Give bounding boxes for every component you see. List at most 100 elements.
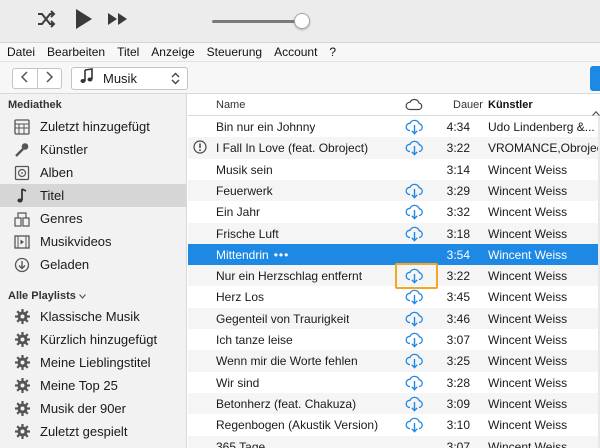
- song-list: Name Dauer Künstler Bin nur ein Johnny 4:…: [188, 94, 600, 448]
- menu-titel[interactable]: Titel: [117, 45, 139, 59]
- song-duration: 3:10: [446, 418, 470, 433]
- table-row[interactable]: Wenn mir die Worte fehlen 3:25 Wincent Wei…: [188, 350, 600, 372]
- song-name: 365 Tage: [216, 440, 265, 448]
- menu-bearbeiten[interactable]: Bearbeiten: [47, 45, 105, 59]
- table-row[interactable]: Regenbogen (Akustik Version) 3:10 Wincent …: [188, 414, 600, 435]
- song-name: I Fall In Love (feat. Obroject): [216, 141, 368, 155]
- song-artist: Wincent Weiss: [488, 290, 568, 305]
- sidebar: Mediathek Zuletzt hinzugefügt Künstler A…: [0, 94, 187, 448]
- table-row[interactable]: Nur ein Herzschlag entfernt 3:22 Wincent W…: [188, 265, 600, 287]
- table-row[interactable]: Ein Jahr 3:32 Wincent Weiss: [188, 201, 600, 222]
- back-button[interactable]: [13, 69, 37, 88]
- column-header-duration[interactable]: Dauer: [453, 99, 483, 111]
- song-artist: Wincent Weiss: [488, 205, 568, 220]
- table-row[interactable]: I Fall In Love (feat. Obroject) 3:22 VROMA…: [188, 137, 600, 159]
- library-heading: Mediathek: [8, 99, 62, 111]
- playlists-heading-label: Alle Playlists: [8, 290, 76, 302]
- song-duration: 3:54: [446, 247, 470, 262]
- song-name-text: Betonherz (feat. Chakuza): [216, 396, 357, 411]
- gear-icon: [13, 423, 31, 441]
- sidebar-label: Künstler: [40, 142, 88, 157]
- table-row[interactable]: Gegenteil von Traurigkeit 3:46 Wincent Wei…: [188, 307, 600, 329]
- menu-steuerung[interactable]: Steuerung: [207, 45, 262, 59]
- sidebar-label: Musik der 90er: [40, 401, 126, 416]
- navigation-bar: Musik: [0, 62, 600, 94]
- song-duration: 3:28: [446, 375, 470, 390]
- table-row[interactable]: Wir sind 3:28 Wincent Weiss: [188, 372, 600, 393]
- sidebar-item-songs[interactable]: Titel: [0, 184, 186, 207]
- song-name: Herz Los: [216, 290, 264, 304]
- menu-datei[interactable]: Datei: [7, 45, 35, 59]
- sidebar-playlist-classical[interactable]: Klassische Musik: [0, 305, 186, 328]
- genres-icon: [13, 210, 31, 228]
- volume-slider-knob[interactable]: [294, 13, 310, 29]
- song-artist: Wincent Weiss: [488, 375, 568, 390]
- itunes-window: Datei Bearbeiten Titel Anzeige Steuerung…: [0, 0, 600, 448]
- song-duration: 3:22: [446, 141, 470, 156]
- song-duration: 3:45: [446, 290, 470, 305]
- sidebar-item-genres[interactable]: Genres: [0, 207, 186, 230]
- highlight-box: [395, 263, 438, 289]
- sidebar-playlist-90s[interactable]: Musik der 90er: [0, 397, 186, 420]
- song-name-text: Regenbogen (Akustik Version): [216, 418, 379, 433]
- table-row[interactable]: Ich tanze leise 3:07 Wincent Weiss: [188, 329, 600, 350]
- table-row[interactable]: Betonherz (feat. Chakuza) 3:09 Wincent Wei…: [188, 392, 600, 415]
- fast-forward-button[interactable]: [104, 8, 132, 34]
- song-name: Wenn mir die Worte fehlen: [216, 354, 358, 368]
- column-header-cloud[interactable]: [405, 98, 423, 116]
- cloud-icon: [405, 98, 423, 115]
- song-list-header: Name Dauer Künstler: [188, 94, 600, 116]
- sidebar-item-artists[interactable]: Künstler: [0, 138, 186, 161]
- sidebar-item-downloaded[interactable]: Geladen: [0, 253, 186, 276]
- sidebar-playlist-favorites[interactable]: Meine Lieblingstitel: [0, 351, 186, 374]
- song-name: Ich tanze leise: [216, 333, 293, 347]
- play-button[interactable]: [69, 8, 97, 34]
- sidebar-playlist-top-25[interactable]: Meine Top 25: [0, 374, 186, 397]
- menu-help[interactable]: ?: [329, 45, 336, 59]
- recently-added-icon: [13, 118, 31, 136]
- menu-anzeige[interactable]: Anzeige: [151, 45, 194, 59]
- song-duration: 3:18: [446, 226, 470, 241]
- column-header-artist[interactable]: Künstler: [488, 99, 533, 111]
- sidebar-playlist-recently-added[interactable]: Kürzlich hinzugefügt: [0, 328, 186, 351]
- song-duration: 3:25: [446, 354, 470, 369]
- song-name: Musik sein: [216, 163, 273, 177]
- sidebar-item-albums[interactable]: Alben: [0, 161, 186, 184]
- chevron-down-icon: [78, 293, 86, 299]
- table-row[interactable]: Mittendrin ••• 3:54 Wincent Weiss: [188, 243, 600, 266]
- table-row[interactable]: 365 Tage 3:07 Wincent Weiss: [188, 435, 600, 448]
- table-row[interactable]: Feuerwerk 3:29 Wincent Weiss: [188, 179, 600, 202]
- forward-button[interactable]: [36, 69, 61, 88]
- table-row[interactable]: Herz Los 3:45 Wincent Weiss: [188, 286, 600, 307]
- sidebar-label: Zuletzt gespielt: [40, 424, 128, 439]
- more-options-button[interactable]: •••: [274, 248, 290, 262]
- song-name-text: Herz Los: [216, 290, 265, 305]
- media-type-select[interactable]: Musik: [71, 67, 188, 90]
- fast-forward-icon: [106, 11, 130, 32]
- menu-account[interactable]: Account: [274, 45, 317, 59]
- music-note-icon: [80, 68, 94, 89]
- song-artist: Wincent Weiss: [488, 333, 568, 347]
- sidebar-item-recently-added[interactable]: Zuletzt hinzugefügt: [0, 115, 186, 138]
- song-name: Regenbogen (Akustik Version): [216, 418, 378, 432]
- table-row[interactable]: Bin nur ein Johnny 4:34 Udo Lindenberg &..…: [188, 116, 600, 137]
- gear-icon: [13, 308, 31, 326]
- sidebar-item-music-videos[interactable]: Musikvideos: [0, 230, 186, 253]
- column-header-name[interactable]: Name: [216, 99, 245, 111]
- sidebar-label: Meine Lieblingstitel: [40, 355, 151, 370]
- song-artist: Wincent Weiss: [488, 418, 568, 433]
- shuffle-button[interactable]: [32, 8, 60, 34]
- updown-chevron-icon: [168, 72, 182, 85]
- playlists-heading[interactable]: Alle Playlists: [8, 290, 86, 302]
- volume-slider-track[interactable]: [212, 20, 304, 23]
- warning-icon[interactable]: [193, 140, 207, 159]
- table-row[interactable]: Musik sein 3:14 Wincent Weiss: [188, 159, 600, 180]
- table-row[interactable]: Frische Luft 3:18 Wincent Weiss: [188, 222, 600, 244]
- song-duration: 3:07: [446, 439, 470, 448]
- account-button-edge[interactable]: [590, 66, 600, 91]
- forward-arrow-icon: [44, 70, 54, 88]
- song-artist: Wincent Weiss: [488, 247, 568, 262]
- song-name-text: I Fall In Love (feat. Obroject): [216, 141, 369, 156]
- sidebar-playlist-recently-played[interactable]: Zuletzt gespielt: [0, 420, 186, 443]
- song-name-text: Nur ein Herzschlag entfernt: [216, 269, 363, 284]
